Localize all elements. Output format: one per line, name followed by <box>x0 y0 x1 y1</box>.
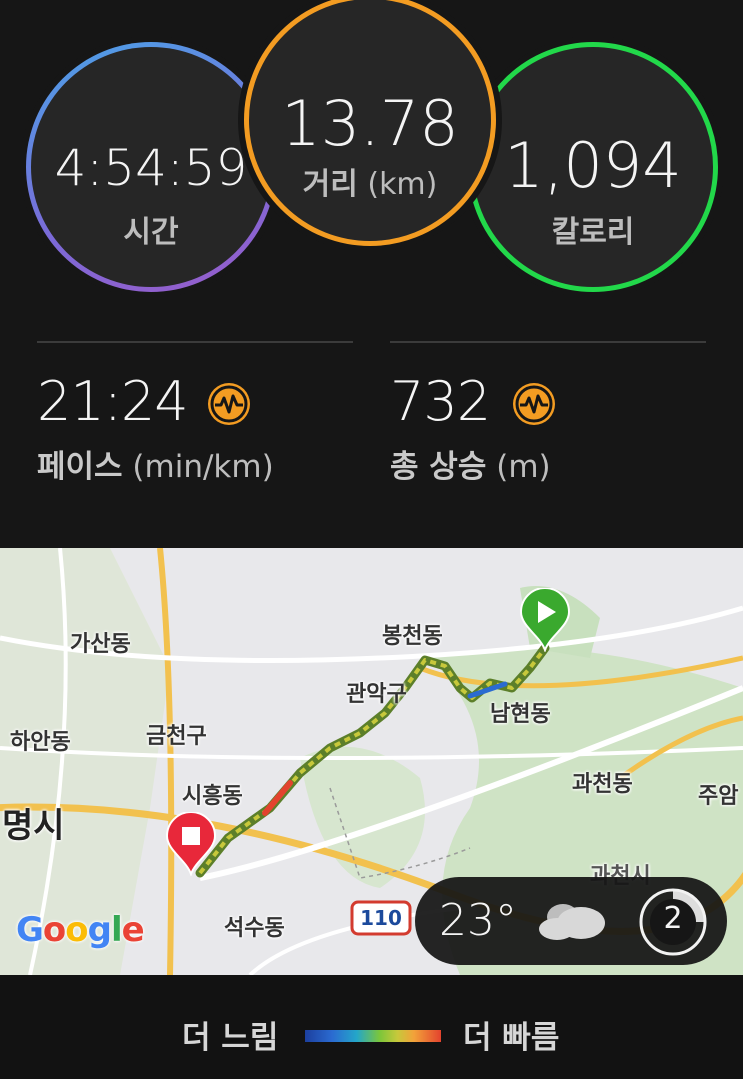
weather-pill[interactable]: 23° 2 <box>415 877 727 965</box>
time-ring[interactable]: 4:54:59 시간 <box>26 42 276 292</box>
map-label-geumcheon: 금천구 <box>146 724 207 749</box>
heart-rate-wave-icon[interactable] <box>513 383 555 425</box>
legend-fast-label: 더 빠름 <box>463 1020 560 1056</box>
ascent-label: 총 상승 <box>390 449 487 485</box>
pace-caption: 페이스 (min/km) <box>37 441 274 486</box>
divider-left <box>37 341 353 343</box>
speed-legend <box>0 975 743 1079</box>
map-label-namhyeon: 남현동 <box>490 702 551 727</box>
calories-value: 1,094 <box>504 129 682 202</box>
legend-slow-label: 더 느림 <box>182 1020 279 1056</box>
distance-unit: (km) <box>367 167 438 202</box>
wind-speed-value: 2 <box>663 901 683 936</box>
distance-value: 13.78 <box>281 87 459 160</box>
temperature-value: 23° <box>439 895 517 946</box>
highway-shield-label: 110 <box>360 906 402 930</box>
pace-unit: (min/km) <box>132 449 274 485</box>
time-value: 4:54:59 <box>54 139 248 197</box>
calories-ring[interactable]: 1,094 칼로리 <box>468 42 718 292</box>
stats-panel: 4:54:59 시간 1,094 칼로리 13.78 거리 (km) 21:24… <box>0 0 743 548</box>
ascent-caption: 총 상승 (m) <box>390 441 551 486</box>
map-label-bongcheon: 봉천동 <box>382 624 443 649</box>
map-label-seoksu: 석수동 <box>224 916 285 941</box>
distance-label: 거리 <box>302 167 358 202</box>
google-logo: Google <box>16 910 145 950</box>
play-pin-icon[interactable] <box>518 588 572 652</box>
ascent-unit: (m) <box>496 449 551 485</box>
time-label: 시간 <box>123 215 179 250</box>
map-label-juam: 주암 <box>698 784 739 809</box>
heart-rate-wave-icon[interactable] <box>208 383 250 425</box>
map-label-gasan: 가산동 <box>70 632 131 657</box>
map-label-gwangmyeong: 명시 <box>2 806 65 846</box>
cloudy-icon <box>539 904 605 940</box>
map-label-gwanak: 관악구 <box>346 682 407 707</box>
distance-caption: 거리 (km) <box>249 159 491 203</box>
map-label-siheung: 시흥동 <box>182 784 243 809</box>
pace-label: 페이스 <box>37 449 123 485</box>
stop-pin-icon[interactable] <box>164 812 218 876</box>
distance-ring[interactable]: 13.78 거리 (km) <box>244 0 496 246</box>
map-label-gwacheon-dong: 과천동 <box>572 772 633 797</box>
map-label-haan: 하안동 <box>10 730 71 755</box>
speed-gradient-bar <box>305 1030 441 1042</box>
divider-right <box>390 341 706 343</box>
calories-label: 칼로리 <box>551 215 635 250</box>
